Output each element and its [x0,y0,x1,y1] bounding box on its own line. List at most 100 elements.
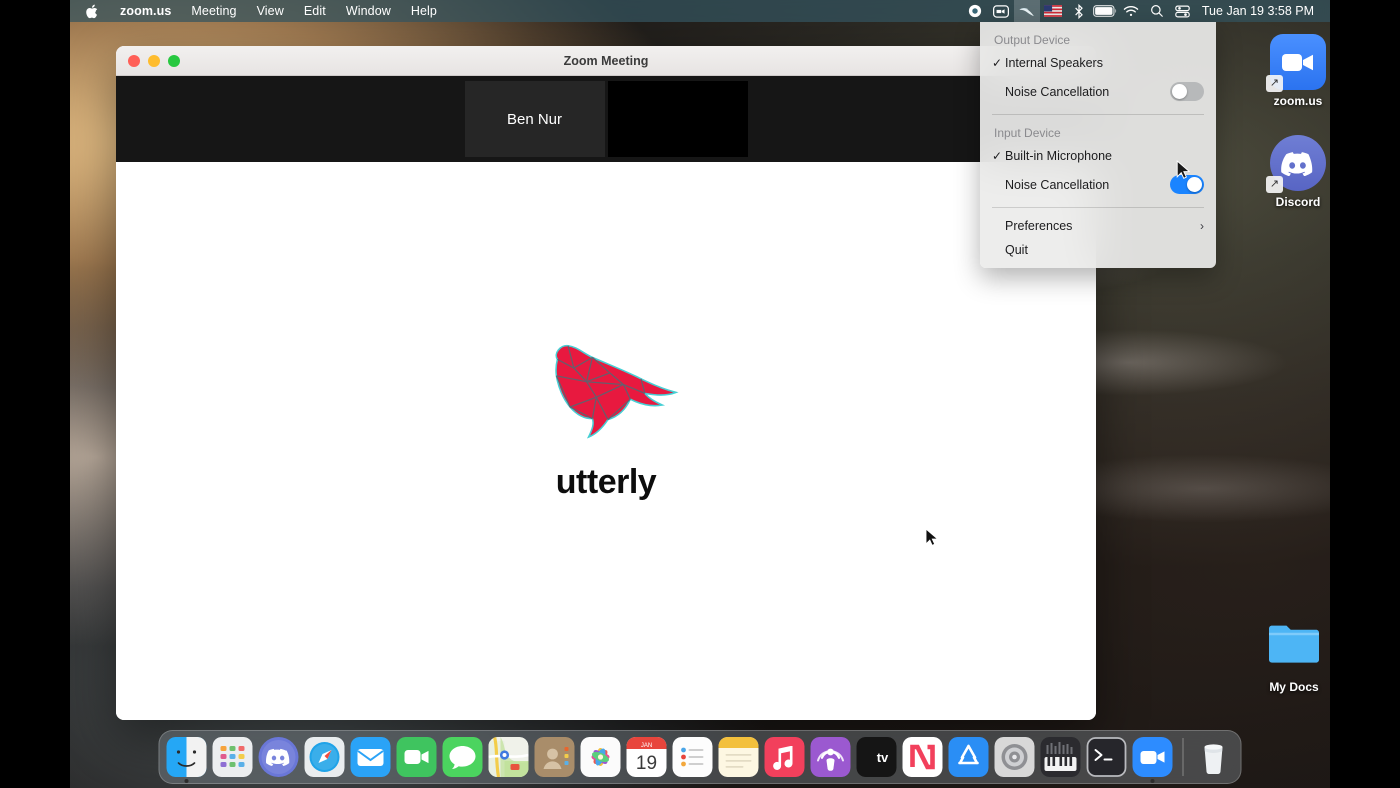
menu-item-quit[interactable]: Quit [980,238,1216,262]
utterly-bird-logo [555,344,679,439]
participant-tile[interactable] [607,81,748,157]
desktop-icon-label: zoom.us [1273,94,1323,108]
toggle-knob [1172,84,1187,99]
podcasts-icon [810,737,851,777]
dock-item-launchpad[interactable] [212,737,253,777]
calendar-day: 19 [636,753,657,774]
menu-bar: zoom.us Meeting View Edit Window Help Tu… [70,0,1330,22]
window-title-bar: Zoom Meeting [116,46,1096,76]
dock-item-system-preferences[interactable] [994,737,1035,777]
dock-item-facetime[interactable] [396,737,437,777]
appstore-icon [948,737,989,777]
alias-arrow-icon: ↗ [1266,176,1283,193]
appletv-icon: tv [856,737,897,777]
menu-item-window[interactable]: Window [336,0,401,22]
dock-item-reminders[interactable] [672,737,713,777]
zoom-camera-icon[interactable] [988,0,1014,22]
menu-item-preferences[interactable]: Preferences › [980,214,1216,238]
apple-menu-icon[interactable] [70,0,110,22]
folder-icon [1266,620,1322,676]
participant-video-strip: Ben Nur [116,76,1096,162]
desktop-icon-zoom-us[interactable]: ↗ zoom.us [1252,34,1330,108]
dock-item-apple-tv[interactable]: tv [856,737,897,777]
dock-item-safari[interactable] [304,737,345,777]
desktop-icon-discord[interactable]: ↗ Discord [1252,135,1330,209]
reminders-icon [672,737,713,777]
mouse-cursor-on-toggle [1176,160,1190,179]
running-indicator [184,779,189,783]
calendar-icon: JAN 19 [626,737,667,777]
garageband-icon [1040,737,1081,777]
facetime-icon [396,737,437,777]
dock-item-calendar[interactable]: JAN 19 [626,737,667,777]
dock-item-discord[interactable] [258,737,299,777]
menu-item-internal-speakers[interactable]: ✓ Internal Speakers [980,51,1216,75]
menu-item-help[interactable]: Help [401,0,447,22]
music-icon [764,737,805,777]
menu-item-label: Quit [1005,243,1028,257]
dock-item-trash[interactable] [1194,737,1234,777]
output-noise-cancellation-toggle[interactable] [1170,82,1204,101]
menu-item-label: Preferences [1005,219,1073,233]
discord-app-icon: ↗ [1266,135,1326,193]
svg-text:tv: tv [877,750,889,765]
menu-item-view[interactable]: View [247,0,294,22]
safari-icon [304,737,345,777]
dock-item-music[interactable] [764,737,805,777]
bluetooth-icon[interactable] [1066,0,1092,22]
notes-icon [718,737,759,777]
control-center-icon[interactable] [1170,0,1196,22]
menu-item-meeting[interactable]: Meeting [181,0,246,22]
dock-item-contacts[interactable] [534,737,575,777]
dock-item-app-store[interactable] [948,737,989,777]
desktop-icon-label: My Docs [1269,680,1319,694]
menu-item-label: Noise Cancellation [1005,177,1110,192]
checkmark-icon: ✓ [992,56,1003,70]
dock-item-finder[interactable] [166,737,207,783]
participant-name: Ben Nur [506,110,563,128]
mouse-cursor [925,528,938,547]
news-icon [902,737,943,777]
search-icon[interactable] [1144,0,1170,22]
dock-item-maps[interactable] [488,737,529,777]
dock-item-notes[interactable] [718,737,759,777]
desktop-icon-my-docs[interactable]: My Docs [1248,620,1330,694]
zoom-icon [1132,737,1173,777]
menu-divider [992,207,1204,208]
menu-item-edit[interactable]: Edit [294,0,336,22]
window-title: Zoom Meeting [563,53,649,68]
terminal-icon [1086,737,1127,777]
menu-bar-status-area: Tue Jan 19 3:58 PM [962,0,1330,22]
battery-icon[interactable] [1092,0,1118,22]
brand-name: utterly [555,463,657,501]
menu-item-output-noise-cancellation[interactable]: Noise Cancellation [980,75,1216,108]
utterly-bird-icon[interactable] [1013,0,1040,22]
dock-item-messages[interactable] [442,737,483,777]
participant-tile[interactable]: Ben Nur [464,81,605,157]
alias-arrow-icon: ↗ [1266,75,1283,92]
dock-item-news[interactable] [902,737,943,777]
dock-item-mail[interactable] [350,737,391,777]
checkmark-icon: ✓ [992,149,1003,163]
running-indicator [1150,779,1155,783]
mail-icon [350,737,391,777]
dock-item-photos[interactable] [580,737,621,777]
input-device-section-label: Input Device [994,126,1061,140]
desktop-icon-label: Discord [1275,195,1321,209]
maps-icon [488,737,529,777]
trash-icon [1194,737,1234,777]
finder-icon [166,737,207,777]
dock-item-terminal[interactable] [1086,737,1127,777]
menu-divider [992,114,1204,115]
system-preferences-icon [994,737,1035,777]
zoom-app-icon: ↗ [1266,34,1326,92]
dock-item-garageband[interactable] [1040,737,1081,777]
menu-bar-left: zoom.us Meeting View Edit Window Help [70,0,447,22]
menu-bar-clock[interactable]: Tue Jan 19 3:58 PM [1196,4,1322,18]
dock-item-podcasts[interactable] [810,737,851,777]
us-flag-input-icon[interactable] [1040,0,1066,22]
dock-item-zoom[interactable] [1132,737,1173,783]
menu-item-zoom-us[interactable]: zoom.us [110,0,181,22]
screen-record-icon[interactable] [962,0,988,22]
wifi-icon[interactable] [1118,0,1144,22]
